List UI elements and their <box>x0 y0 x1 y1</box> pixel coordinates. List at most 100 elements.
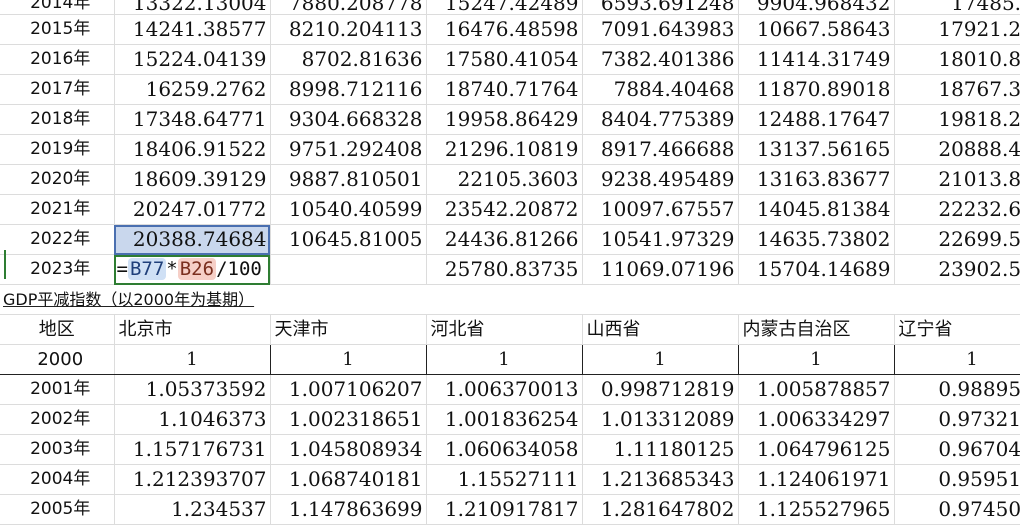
year-cell[interactable]: 2016年 <box>0 44 115 75</box>
province-header[interactable]: 内蒙古自治区 <box>738 314 895 345</box>
data-cell[interactable]: 16476.48598 <box>426 14 583 45</box>
data-cell[interactable]: 1.125527965 <box>738 494 895 525</box>
data-cell[interactable]: 0.9670442 <box>894 434 1020 465</box>
data-cell[interactable]: 1.124061971 <box>738 464 895 495</box>
data-cell[interactable]: 1 <box>893 344 1020 375</box>
year-cell[interactable]: 2023年 <box>0 254 115 285</box>
data-cell[interactable]: 21296.10819 <box>426 134 583 165</box>
data-cell[interactable]: 8702.81636 <box>270 44 427 75</box>
data-cell[interactable]: 10540.40599 <box>270 194 427 225</box>
data-cell[interactable]: 20388.74684 <box>114 224 271 255</box>
data-cell[interactable]: 1.213685343 <box>582 464 739 495</box>
year-cell[interactable]: 2017年 <box>0 74 115 105</box>
data-cell[interactable]: 7091.643983 <box>582 14 739 45</box>
data-cell[interactable]: 1.147863699 <box>270 494 427 525</box>
data-cell[interactable]: 18767.326 <box>894 74 1020 105</box>
data-cell[interactable]: 25780.83735 <box>426 254 583 285</box>
data-cell[interactable]: 1.045808934 <box>270 434 427 465</box>
data-cell[interactable]: 17348.64771 <box>114 104 271 135</box>
data-cell[interactable]: 1.006370013 <box>426 374 583 405</box>
year-cell[interactable]: 2015年 <box>0 14 115 45</box>
data-cell[interactable]: 18406.91522 <box>114 134 271 165</box>
data-cell[interactable]: 17580.41054 <box>426 44 583 75</box>
data-cell[interactable]: 23902.575 <box>894 254 1020 285</box>
year-cell[interactable]: 2003年 <box>0 434 115 465</box>
data-cell[interactable]: 22105.3603 <box>426 164 583 195</box>
year-cell[interactable]: 2020年 <box>0 164 115 195</box>
data-cell[interactable]: 14635.73802 <box>738 224 895 255</box>
data-cell[interactable]: 10541.97329 <box>582 224 739 255</box>
year-cell[interactable]: 2004年 <box>0 464 115 495</box>
data-cell[interactable]: 1 <box>269 344 427 375</box>
data-cell[interactable]: 1.001836254 <box>426 404 583 435</box>
data-cell[interactable]: 1.15527111 <box>426 464 583 495</box>
data-cell[interactable]: 7884.40468 <box>582 74 739 105</box>
data-cell[interactable]: 1 <box>425 344 583 375</box>
data-cell[interactable]: 1.013312089 <box>582 404 739 435</box>
data-cell[interactable]: 18609.39129 <box>114 164 271 195</box>
data-cell[interactable]: 16259.2762 <box>114 74 271 105</box>
data-cell[interactable]: 14045.81384 <box>738 194 895 225</box>
data-cell[interactable]: 1 <box>581 344 739 375</box>
data-cell[interactable]: 1.212393707 <box>114 464 271 495</box>
data-cell[interactable]: 1.064796125 <box>738 434 895 465</box>
data-cell[interactable]: 11414.31749 <box>738 44 895 75</box>
data-cell[interactable]: 22232.617 <box>894 194 1020 225</box>
data-cell[interactable]: 10645.81005 <box>270 224 427 255</box>
province-header[interactable]: 天津市 <box>270 314 427 345</box>
table-caption-cell[interactable]: GDP平减指数（以2000年为基期） <box>0 284 1020 315</box>
year-cell[interactable]: 2000 <box>0 344 115 375</box>
data-cell[interactable]: 15224.04139 <box>114 44 271 75</box>
data-cell[interactable]: 20247.01772 <box>114 194 271 225</box>
data-cell[interactable]: 1.007106207 <box>270 374 427 405</box>
data-cell[interactable]: 23542.20872 <box>426 194 583 225</box>
data-cell[interactable]: 1.05373592 <box>114 374 271 405</box>
year-cell[interactable]: 2001年 <box>0 374 115 405</box>
data-cell[interactable] <box>270 254 427 285</box>
data-cell[interactable]: 12488.17647 <box>738 104 895 135</box>
data-cell[interactable]: 10667.58643 <box>738 14 895 45</box>
data-cell[interactable]: 7382.401386 <box>582 44 739 75</box>
data-cell[interactable]: 8404.775389 <box>582 104 739 135</box>
data-cell[interactable]: 1.060634058 <box>426 434 583 465</box>
data-cell[interactable]: 1.210917817 <box>426 494 583 525</box>
data-cell[interactable]: 1.281647802 <box>582 494 739 525</box>
data-cell[interactable]: 9304.668328 <box>270 104 427 135</box>
data-cell[interactable]: 0.9595169 <box>894 464 1020 495</box>
data-cell[interactable]: 1.1046373 <box>114 404 271 435</box>
year-cell[interactable]: 2018年 <box>0 104 115 135</box>
data-cell[interactable]: 19958.86429 <box>426 104 583 135</box>
data-cell[interactable]: 1.157176731 <box>114 434 271 465</box>
data-cell[interactable]: 13322.13004 <box>114 0 271 15</box>
data-cell[interactable]: 0.9745047 <box>894 494 1020 525</box>
data-cell[interactable]: 8998.712116 <box>270 74 427 105</box>
spreadsheet-grid[interactable]: 2014年 13322.13004 7880.208778 15247.42489 65… <box>0 0 1020 525</box>
data-cell[interactable]: 18740.71764 <box>426 74 583 105</box>
data-cell[interactable]: 9238.495489 <box>582 164 739 195</box>
data-cell[interactable]: 10097.67557 <box>582 194 739 225</box>
year-cell[interactable]: 2002年 <box>0 404 115 435</box>
data-cell[interactable]: 15247.42489 <box>426 0 583 15</box>
data-cell[interactable]: 19818.297 <box>894 104 1020 135</box>
year-cell[interactable]: 2021年 <box>0 194 115 225</box>
data-cell[interactable]: 0.9889535 <box>894 374 1020 405</box>
data-cell[interactable]: 17921.263 <box>894 14 1020 45</box>
data-cell[interactable]: 9887.810501 <box>270 164 427 195</box>
data-cell[interactable]: 1 <box>737 344 895 375</box>
province-header[interactable]: 辽宁省 <box>894 314 1020 345</box>
data-cell[interactable]: 8210.204113 <box>270 14 427 45</box>
year-cell[interactable]: 2022年 <box>0 224 115 255</box>
data-cell[interactable]: 1.002318651 <box>270 404 427 435</box>
data-cell[interactable]: 1.006334297 <box>738 404 895 435</box>
formula-text[interactable]: = B77 * B26/100 <box>117 255 262 284</box>
data-cell[interactable]: 1.068740181 <box>270 464 427 495</box>
data-cell[interactable]: 14241.38577 <box>114 14 271 45</box>
formula-edit-cell[interactable]: = B77 * B26/100 <box>114 254 271 285</box>
data-cell[interactable]: 17485.76 <box>894 0 1020 15</box>
data-cell[interactable]: 1 <box>113 344 271 375</box>
data-cell[interactable]: 11870.89018 <box>738 74 895 105</box>
year-cell[interactable]: 2014年 <box>0 0 115 15</box>
data-cell[interactable]: 13137.56165 <box>738 134 895 165</box>
data-cell[interactable]: 21013.816 <box>894 164 1020 195</box>
year-cell[interactable]: 2005年 <box>0 494 115 525</box>
